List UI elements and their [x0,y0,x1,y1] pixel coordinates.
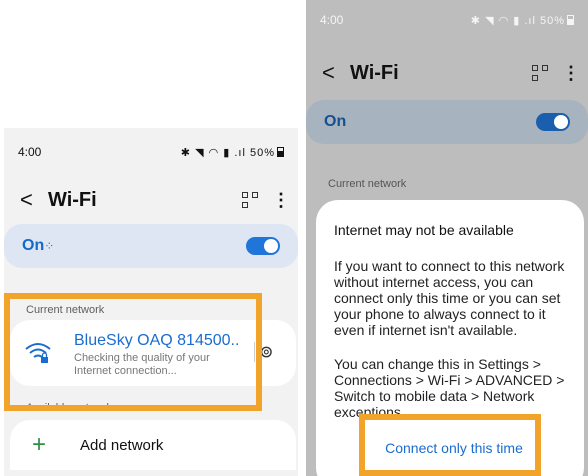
add-network-row[interactable]: + Add network [10,420,296,470]
wifi-toggle-switch[interactable] [536,113,570,131]
title-bar: < Wi-Fi ⋮ [306,55,588,91]
wifi-toggle-switch[interactable] [246,237,280,255]
wifi-tiles-icon: ⁘ [44,239,54,253]
current-network-card[interactable]: BlueSky OAQ 814500.. Checking the qualit… [10,320,296,386]
status-time: 4:00 [18,145,42,159]
right-phone-screen: 4:00 ✱ ◥ ◠ ▮ .ıl 50% < Wi-Fi ⋮ On Curren… [306,0,588,476]
wifi-on-label: On [324,113,347,130]
qr-scan-icon[interactable] [532,65,548,81]
wifi-toggle-row[interactable]: On ⁘ [4,224,298,268]
wifi-toggle-row[interactable]: On [306,100,588,144]
left-phone-screen: 4:00 ✱ ◥ ◠ ▮ .ıl 50% < Wi-Fi ⋮ On ⁘ Curr… [4,128,298,476]
status-time: 4:00 [320,13,344,27]
status-bar: 4:00 ✱ ◥ ◠ ▮ .ıl 50% [4,140,298,164]
status-bar: 4:00 ✱ ◥ ◠ ▮ .ıl 50% [306,8,588,32]
dialog-title: Internet may not be available [334,222,514,238]
more-options-icon[interactable]: ⋮ [562,63,580,84]
connect-only-this-time-button[interactable]: Connect only this time [374,426,534,470]
add-network-label: Add network [80,436,164,454]
status-icons: ✱ ◥ ◠ ▮ .ıl 50% [181,146,284,159]
battery-icon [277,146,284,157]
battery-percent: 50% [539,14,565,27]
dialog-body-1: If you want to connect to this network w… [334,258,565,338]
page-title: Wi-Fi [350,61,399,84]
internet-warning-dialog: Internet may not be available If you wan… [316,200,584,476]
battery-percent: 50% [249,146,275,159]
back-arrow-icon[interactable]: < [322,60,344,86]
qr-scan-icon[interactable] [242,192,258,208]
wifi-lock-icon [25,343,51,363]
dialog-body-2: You can change this in Settings > Connec… [334,356,565,420]
plus-icon: + [32,431,47,458]
current-network-label: Current network [328,178,407,190]
network-status: Checking the quality of your Internet co… [74,352,210,377]
available-networks-label: Available networks [26,402,118,414]
more-options-icon[interactable]: ⋮ [272,190,290,211]
network-name: BlueSky OAQ 814500.. [74,332,240,349]
status-icons: ✱ ◥ ◠ ▮ .ıl 50% [471,14,574,27]
battery-icon [567,14,574,25]
back-arrow-icon[interactable]: < [20,187,42,213]
gear-icon[interactable] [254,342,272,362]
title-bar: < Wi-Fi ⋮ [4,182,298,218]
wifi-on-label: On [22,237,45,254]
page-title: Wi-Fi [48,188,97,211]
current-network-label: Current network [26,304,105,316]
